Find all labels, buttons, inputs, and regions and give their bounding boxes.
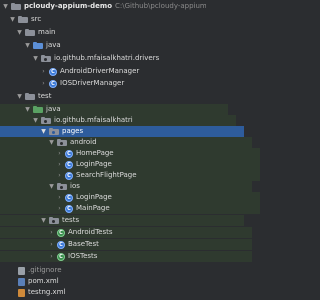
folder-icon: [25, 93, 35, 100]
project-path: C:\Github\pcloudy-appium-de: [115, 2, 206, 10]
package-icon: [49, 128, 59, 135]
tree-item-label: src: [31, 15, 42, 23]
class-icon: C: [57, 240, 65, 249]
chevron-right-icon[interactable]: ›: [48, 228, 55, 238]
chevron-down-icon[interactable]: ▼: [16, 92, 23, 102]
tree-item-label: tests: [62, 216, 80, 224]
tree-item-label: pom.xml: [28, 277, 59, 285]
tree-row-base-test[interactable]: › C BaseTest: [0, 239, 252, 250]
chevron-down-icon[interactable]: ▼: [32, 116, 39, 126]
tree-row-ios-package[interactable]: ▼ ios: [0, 181, 252, 192]
chevron-down-icon[interactable]: ▼: [9, 15, 16, 25]
test-class-icon: C: [57, 252, 65, 261]
tree-row-tests-package[interactable]: ▼ tests: [0, 215, 244, 226]
tree-item-label: AndroidDriverManager: [60, 67, 140, 75]
source-folder-icon: [33, 42, 43, 49]
maven-file-icon: [18, 277, 25, 286]
tree-item-label: .gitignore: [28, 266, 62, 274]
package-icon: [49, 217, 59, 224]
tree-item-label: HomePage: [76, 149, 114, 157]
tree-item-label: test: [38, 92, 52, 100]
tree-item-label: IOSDriverManager: [60, 79, 125, 87]
tree-row-drivers-package[interactable]: ▼ io.github.mfaisalkhatri.drivers: [0, 53, 236, 64]
tree-item-label: io.github.mfaisalkhatri: [54, 116, 133, 124]
tree-item-label: LoginPage: [76, 193, 112, 201]
tree-item-label: BaseTest: [68, 240, 99, 248]
class-icon: C: [65, 149, 73, 158]
tree-row-home-page[interactable]: › C HomePage: [0, 148, 260, 159]
chevron-right-icon[interactable]: ›: [40, 79, 47, 89]
tree-item-label: ios: [70, 182, 80, 190]
class-icon: C: [65, 193, 73, 202]
chevron-right-icon[interactable]: ›: [56, 160, 63, 170]
class-icon: C: [49, 79, 57, 88]
chevron-down-icon[interactable]: ▼: [40, 216, 47, 226]
chevron-down-icon[interactable]: ▼: [16, 28, 23, 38]
tree-item-label: IOSTests: [68, 252, 98, 260]
folder-icon: [25, 29, 35, 36]
tree-item-label: testng.xml: [28, 288, 66, 296]
chevron-down-icon[interactable]: ▼: [40, 127, 47, 137]
tree-row-gitignore[interactable]: .gitignore: [0, 265, 222, 276]
tree-row-test-package[interactable]: ▼ io.github.mfaisalkhatri: [0, 115, 236, 126]
tree-item-label: java: [46, 41, 61, 49]
tree-row-pom-xml[interactable]: pom.xml: [0, 276, 222, 287]
tree-row-main[interactable]: ▼ main: [0, 27, 220, 38]
chevron-down-icon[interactable]: ▼: [24, 105, 31, 115]
tree-row-test[interactable]: ▼ test: [0, 91, 220, 102]
tree-row-pages[interactable]: ▼ pages: [0, 126, 244, 137]
folder-icon: [11, 3, 21, 10]
tree-row-ios-driver-manager[interactable]: › C IOSDriverManager: [0, 78, 244, 89]
project-tree: ▼ pcloudy-appium-demo C:\Github\pcloudy-…: [0, 0, 260, 300]
test-source-folder-icon: [33, 106, 43, 113]
tree-item-label: MainPage: [76, 204, 110, 212]
tree-item-label: SearchFlightPage: [76, 171, 137, 179]
tree-row-project[interactable]: ▼ pcloudy-appium-demo C:\Github\pcloudy-…: [0, 1, 206, 12]
tree-item-label: LoginPage: [76, 160, 112, 168]
tree-item-label: pages: [62, 127, 84, 135]
tree-item-label: AndroidTests: [68, 228, 113, 236]
chevron-right-icon[interactable]: ›: [56, 171, 63, 181]
chevron-right-icon[interactable]: ›: [48, 240, 55, 250]
tree-row-android-tests[interactable]: › C AndroidTests: [0, 227, 252, 238]
class-icon: C: [49, 67, 57, 76]
tree-row-src[interactable]: ▼ src: [0, 14, 213, 25]
project-name: pcloudy-appium-demo: [24, 2, 113, 10]
chevron-right-icon[interactable]: ›: [56, 149, 63, 159]
tree-row-testng-xml[interactable]: testng.xml: [0, 287, 222, 298]
tree-row-android-driver-manager[interactable]: › C AndroidDriverManager: [0, 66, 244, 77]
tree-item-label: main: [38, 28, 56, 36]
tree-row-main-java[interactable]: ▼ java: [0, 40, 228, 51]
tree-row-ios-tests[interactable]: › C IOSTests: [0, 251, 252, 262]
chevron-down-icon[interactable]: ▼: [48, 182, 55, 192]
tree-item-label: android: [70, 138, 97, 146]
folder-icon: [18, 16, 28, 23]
test-class-icon: C: [57, 228, 65, 237]
chevron-right-icon[interactable]: ›: [48, 252, 55, 262]
tree-row-login-page-ios[interactable]: › C LoginPage: [0, 192, 260, 203]
tree-row-search-flight-page[interactable]: › C SearchFlightPage: [0, 170, 260, 181]
package-icon: [41, 117, 51, 124]
chevron-right-icon[interactable]: ›: [56, 193, 63, 203]
chevron-down-icon[interactable]: ▼: [32, 54, 39, 64]
class-icon: C: [65, 204, 73, 213]
chevron-down-icon[interactable]: ▼: [24, 41, 31, 51]
chevron-down-icon[interactable]: ▼: [2, 2, 9, 12]
chevron-right-icon[interactable]: ›: [40, 67, 47, 77]
tree-item-label: io.github.mfaisalkhatri.drivers: [54, 54, 160, 62]
chevron-down-icon[interactable]: ▼: [48, 138, 55, 148]
package-icon: [57, 139, 67, 146]
tree-row-main-page[interactable]: › C MainPage: [0, 203, 260, 214]
class-icon: C: [65, 160, 73, 169]
tree-row-login-page-android[interactable]: › C LoginPage: [0, 159, 260, 170]
tree-item-label: java: [46, 105, 61, 113]
package-icon: [41, 55, 51, 62]
package-icon: [57, 183, 67, 190]
class-icon: C: [65, 171, 73, 180]
xml-file-icon: [18, 288, 25, 297]
tree-row-android-package[interactable]: ▼ android: [0, 137, 252, 148]
file-icon: [18, 266, 25, 275]
chevron-right-icon[interactable]: ›: [56, 204, 63, 214]
tree-row-test-java[interactable]: ▼ java: [0, 104, 228, 115]
